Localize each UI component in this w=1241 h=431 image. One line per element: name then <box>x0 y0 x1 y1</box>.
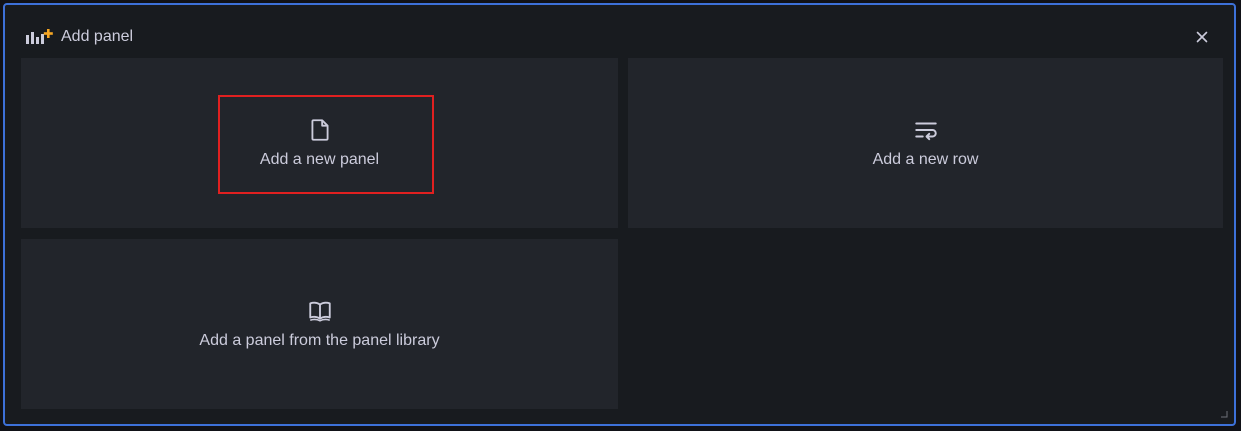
add-new-row-label: Add a new row <box>872 151 979 168</box>
add-library-panel-option[interactable]: Add a panel from the panel library <box>21 239 618 409</box>
book-icon <box>308 301 331 322</box>
add-new-panel-option[interactable]: Add a new panel <box>21 58 618 228</box>
close-icon <box>1196 31 1208 43</box>
add-panel-dialog: Add panel Add a new panel Add a new row <box>3 3 1236 426</box>
dialog-title: Add panel <box>61 28 134 45</box>
row-wrap-icon <box>914 122 937 141</box>
dialog-header: Add panel <box>25 25 1224 49</box>
close-button[interactable] <box>1190 25 1214 49</box>
add-library-panel-label: Add a panel from the panel library <box>199 332 440 349</box>
file-icon <box>310 119 329 141</box>
add-new-panel-label: Add a new panel <box>259 151 380 168</box>
add-panel-icon <box>25 28 55 46</box>
resize-handle-icon[interactable] <box>1220 410 1228 418</box>
add-new-row-option[interactable]: Add a new row <box>628 58 1223 228</box>
